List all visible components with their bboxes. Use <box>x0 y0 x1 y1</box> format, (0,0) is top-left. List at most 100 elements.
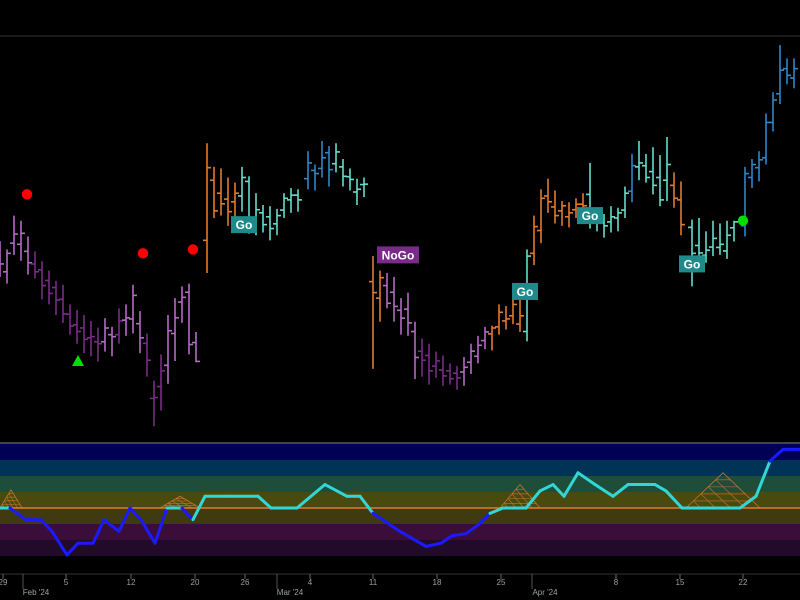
price-bar <box>425 343 433 385</box>
price-bar <box>537 189 545 244</box>
price-bar <box>621 186 629 218</box>
x-tick-label: 26 <box>241 578 250 587</box>
price-bar <box>709 220 717 257</box>
price-bar <box>325 146 333 187</box>
price-bar <box>695 217 703 258</box>
price-bar <box>558 201 566 226</box>
x-tick-label: 4 <box>308 578 313 587</box>
x-tick-label: 15 <box>676 578 685 587</box>
signal-label-text: Go <box>582 209 599 223</box>
price-bar <box>446 363 454 385</box>
price-bar <box>52 280 60 316</box>
signal-label: NoGo <box>377 246 419 264</box>
price-bar <box>614 207 622 232</box>
price-bar <box>755 151 763 182</box>
price-bar <box>360 177 368 198</box>
price-bar <box>635 140 643 181</box>
price-bar <box>38 261 46 300</box>
price-bar <box>59 284 67 323</box>
price-bar <box>203 143 211 273</box>
price-bar <box>150 380 158 427</box>
price-bar <box>390 276 398 322</box>
price-bar <box>164 315 172 384</box>
price-bar <box>748 159 756 189</box>
oscillator-panel <box>0 444 800 572</box>
price-bar <box>346 168 354 191</box>
price-bar <box>178 286 186 323</box>
x-axis: 29 5 12 20 26 4 11 18 25 8 15 22 Feb '24 Mar '24 Apr … <box>0 573 800 597</box>
price-bar <box>259 204 267 233</box>
signal-label: Go <box>231 216 257 234</box>
gonogo-labels: Go NoGo Go Go Go <box>231 207 705 300</box>
price-panel: Go NoGo Go Go Go <box>0 35 800 427</box>
price-bar <box>266 206 274 241</box>
price-bar <box>628 153 636 203</box>
price-bar <box>649 147 657 195</box>
price-bar <box>404 292 412 336</box>
price-bar <box>502 305 510 330</box>
price-bars <box>0 45 798 427</box>
price-bar <box>383 272 391 309</box>
signal-label: Go <box>679 255 705 273</box>
x-month-label: Feb '24 <box>23 588 50 597</box>
price-bar <box>157 354 165 411</box>
price-bar <box>762 113 770 165</box>
price-bar <box>332 143 340 173</box>
price-bar <box>94 327 102 362</box>
sell-signal-dot <box>137 248 149 259</box>
price-bar <box>101 318 109 352</box>
oscillator-band <box>0 460 800 476</box>
price-bar <box>171 298 179 362</box>
price-bar <box>790 58 798 89</box>
x-tick-label: 12 <box>127 578 136 587</box>
price-bar <box>741 166 749 237</box>
price-bar <box>474 335 482 364</box>
signal-label-text: NoGo <box>382 248 415 262</box>
price-bar <box>304 151 312 190</box>
price-bar <box>73 309 81 344</box>
oscillator-segment <box>450 532 468 538</box>
price-bar <box>24 236 32 275</box>
price-bar <box>339 159 347 187</box>
x-tick-label: 20 <box>191 578 200 587</box>
x-tick-label: 18 <box>433 578 442 587</box>
price-bar <box>677 181 685 236</box>
price-bar <box>192 331 200 363</box>
price-bar <box>369 256 377 369</box>
price-bar <box>769 92 777 132</box>
price-bar <box>397 298 405 335</box>
price-bar <box>217 168 225 216</box>
x-month-label: Apr '24 <box>532 588 558 597</box>
x-tick-label: 5 <box>64 578 69 587</box>
oscillator-band <box>0 556 800 572</box>
price-bar <box>544 178 552 213</box>
signal-label-text: Go <box>236 218 253 232</box>
chart-stage: Go NoGo Go Go Go 29 5 12 20 26 4 11 18 25 8 15 22 Feb '… <box>0 0 800 600</box>
price-bar <box>670 172 678 208</box>
price-bar <box>530 215 538 266</box>
price-bar <box>376 270 384 322</box>
x-axis-months: Feb '24 Mar '24 Apr '24 <box>22 574 558 597</box>
price-bar <box>716 223 724 255</box>
price-bar <box>565 202 573 228</box>
oscillator-band <box>0 540 800 556</box>
sell-signal-dot <box>21 189 33 200</box>
price-bar <box>224 177 232 226</box>
price-bar <box>294 189 302 212</box>
price-bar <box>115 308 123 344</box>
oscillator-band <box>0 508 800 524</box>
price-bar <box>723 220 731 259</box>
price-bar <box>656 155 664 207</box>
price-bar <box>45 270 53 305</box>
price-bar <box>311 164 319 191</box>
price-bar <box>136 311 144 354</box>
price-bar <box>17 220 25 261</box>
price-bar <box>31 251 39 279</box>
price-bar <box>495 304 503 335</box>
price-bar <box>318 140 326 178</box>
price-bar <box>663 137 671 202</box>
price-bar <box>87 320 95 357</box>
price-bar <box>642 153 650 183</box>
price-bar <box>439 355 447 386</box>
buy-signal-triangle <box>72 355 84 367</box>
